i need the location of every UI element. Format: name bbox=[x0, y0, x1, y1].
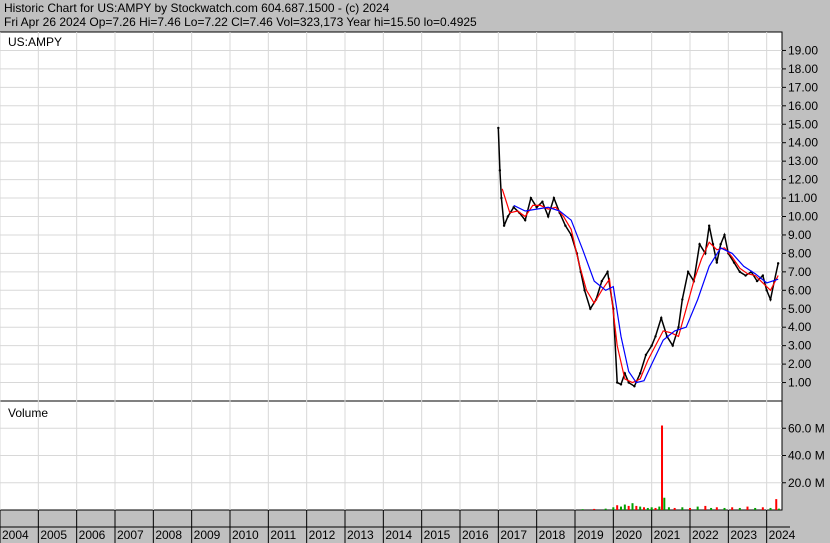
price-point bbox=[744, 274, 747, 277]
x-tick-label: 2018 bbox=[539, 528, 566, 542]
price-point bbox=[755, 279, 759, 283]
x-tick-label: 2023 bbox=[730, 528, 757, 542]
x-tick-label: 2010 bbox=[232, 528, 259, 542]
y-tick-label: 17.00 bbox=[788, 80, 818, 94]
price-point bbox=[546, 215, 550, 218]
price-chart-title: US:AMPY bbox=[8, 35, 62, 49]
x-tick-label: 2007 bbox=[117, 528, 144, 542]
y-tick-label: 16.00 bbox=[788, 99, 818, 113]
y-tick-label: 19.00 bbox=[788, 43, 818, 57]
price-point bbox=[523, 218, 527, 222]
y-tick-label: 18.00 bbox=[788, 62, 818, 76]
x-tick-label: 2013 bbox=[347, 528, 374, 542]
volume-tick-label: 40.0 M bbox=[788, 449, 825, 463]
price-point bbox=[638, 372, 642, 375]
x-tick-label: 2022 bbox=[692, 528, 719, 542]
price-point bbox=[552, 196, 556, 200]
price-point bbox=[498, 169, 502, 172]
x-tick-label: 2011 bbox=[270, 528, 296, 542]
y-tick-label: 8.00 bbox=[788, 246, 812, 260]
x-tick-label: 2012 bbox=[309, 528, 336, 542]
price-point bbox=[719, 242, 722, 246]
y-tick-label: 11.00 bbox=[788, 191, 817, 205]
volume-chart-title: Volume bbox=[8, 406, 48, 420]
y-tick-label: 4.00 bbox=[788, 320, 812, 334]
y-tick-label: 6.00 bbox=[788, 283, 812, 297]
x-tick-label: 2014 bbox=[385, 528, 412, 542]
price-point bbox=[506, 215, 510, 218]
x-tick-label: 2015 bbox=[424, 528, 451, 542]
price-point bbox=[761, 274, 765, 277]
x-tick-label: 2008 bbox=[155, 528, 182, 542]
price-point bbox=[497, 126, 500, 130]
price-point bbox=[606, 270, 609, 274]
price-point bbox=[500, 196, 503, 200]
x-tick-label: 2005 bbox=[40, 528, 67, 542]
x-tick-label: 2016 bbox=[462, 528, 489, 542]
x-tick-label: 2017 bbox=[500, 528, 527, 542]
stock-chart: 2004 2005 2006 2007 2008 2009 2010 2011 2012 2013… bbox=[0, 31, 825, 543]
x-tick-label: 2009 bbox=[194, 528, 221, 542]
y-tick-label: 1.00 bbox=[788, 376, 812, 390]
volume-tick-label: 20.0 M bbox=[788, 476, 825, 490]
price-point bbox=[681, 298, 684, 301]
price-point bbox=[535, 206, 538, 209]
price-point bbox=[776, 262, 780, 265]
y-tick-label: 15.00 bbox=[788, 117, 818, 131]
price-point bbox=[541, 200, 544, 203]
price-point bbox=[715, 261, 719, 264]
price-point bbox=[529, 196, 533, 200]
price-point bbox=[589, 307, 592, 310]
price-point bbox=[619, 383, 623, 386]
y-tick-label: 2.00 bbox=[788, 357, 812, 371]
y-tick-label: 12.00 bbox=[788, 173, 818, 187]
y-tick-label: 10.00 bbox=[788, 210, 818, 224]
x-tick-label: 2006 bbox=[79, 528, 106, 542]
price-point bbox=[698, 242, 701, 246]
price-point bbox=[600, 279, 604, 283]
x-tick-label: 2024 bbox=[769, 528, 796, 542]
price-point bbox=[502, 224, 506, 227]
price-point bbox=[660, 316, 663, 320]
volume-tick-label: 60.0 M bbox=[788, 421, 825, 435]
y-tick-label: 7.00 bbox=[788, 265, 812, 279]
price-point bbox=[654, 335, 657, 338]
x-tick-label: 2020 bbox=[615, 528, 642, 542]
y-tick-label: 14.00 bbox=[788, 136, 818, 150]
y-tick-label: 13.00 bbox=[788, 154, 818, 168]
price-point bbox=[644, 353, 648, 357]
price-point bbox=[686, 270, 690, 274]
price-point bbox=[707, 224, 711, 227]
price-point bbox=[738, 270, 742, 274]
price-point bbox=[677, 326, 680, 329]
y-tick-label: 9.00 bbox=[788, 228, 812, 242]
price-point bbox=[633, 385, 636, 388]
price-point bbox=[564, 224, 567, 227]
y-tick-label: 3.00 bbox=[788, 339, 812, 353]
price-point bbox=[765, 289, 768, 292]
y-tick-label: 5.00 bbox=[788, 302, 812, 316]
price-point bbox=[723, 233, 726, 237]
x-tick-label: 2021 bbox=[654, 528, 681, 542]
price-point bbox=[671, 344, 674, 347]
price-point bbox=[769, 298, 772, 301]
x-tick-label: 2004 bbox=[2, 528, 29, 542]
price-point bbox=[583, 289, 586, 292]
price-point bbox=[650, 344, 653, 347]
price-point bbox=[615, 381, 619, 384]
x-tick-label: 2019 bbox=[577, 528, 604, 542]
